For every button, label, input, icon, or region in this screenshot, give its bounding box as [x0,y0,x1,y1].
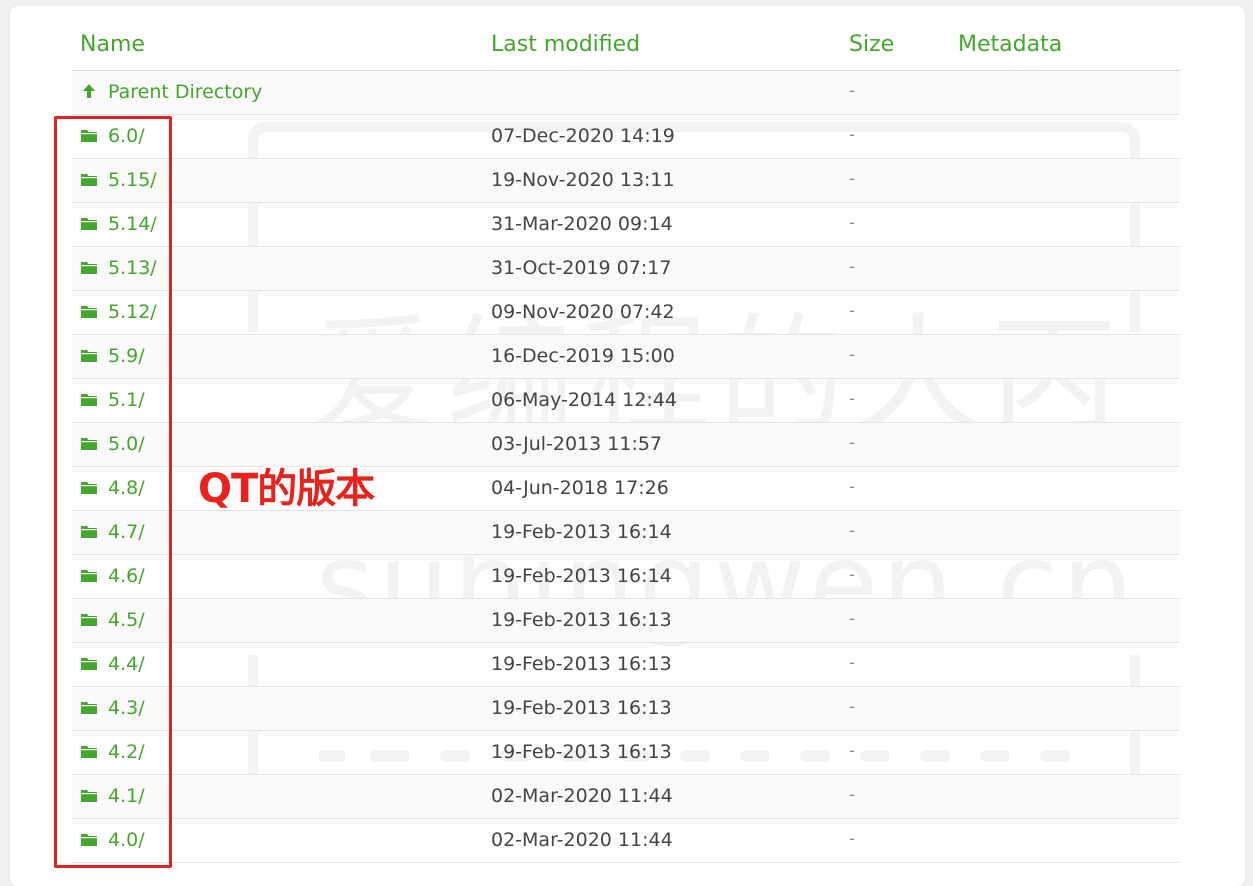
size-value: - [849,829,855,848]
size-value: - [849,697,855,716]
listing-header: Name Last modified Size Metadata [72,24,1180,71]
modified-date: 19-Feb-2013 16:13 [491,741,672,763]
size-value: - [849,785,855,804]
column-name[interactable]: Name [80,32,145,57]
modified-date: 19-Feb-2013 16:13 [491,697,672,719]
size-value: - [849,345,855,364]
modified-date: 19-Feb-2013 16:14 [491,565,672,587]
table-row[interactable]: 4.0/02-Mar-2020 11:44- [72,819,1180,863]
table-row[interactable]: 5.9/16-Dec-2019 15:00- [72,335,1180,379]
annotation-label: QT的版本 [198,466,375,512]
size-value: - [849,125,855,144]
table-row[interactable]: 5.14/31-Mar-2020 09:14- [72,203,1180,247]
arrow-up-icon [83,84,95,98]
table-row[interactable]: 5.15/19-Nov-2020 13:11- [72,159,1180,203]
column-metadata[interactable]: Metadata [958,32,1062,57]
size-value: - [849,565,855,584]
size-value: - [849,741,855,760]
table-row[interactable]: 4.2/19-Feb-2013 16:13- [72,731,1180,775]
table-row[interactable]: 4.4/19-Feb-2013 16:13- [72,643,1180,687]
size-value: - [849,521,855,540]
table-row[interactable]: 6.0/07-Dec-2020 14:19- [72,115,1180,159]
modified-date: 31-Oct-2019 07:17 [491,257,672,279]
size-value: - [849,389,855,408]
modified-date: 03-Jul-2013 11:57 [491,433,663,455]
table-row[interactable]: 4.5/19-Feb-2013 16:13- [72,599,1180,643]
modified-date: 16-Dec-2019 15:00 [491,345,675,367]
table-row[interactable]: 5.12/09-Nov-2020 07:42- [72,291,1180,335]
table-row[interactable]: 5.13/31-Oct-2019 07:17- [72,247,1180,291]
size-value: - [849,653,855,672]
modified-date: 07-Dec-2020 14:19 [491,125,675,147]
table-row[interactable]: 5.1/06-May-2014 12:44- [72,379,1180,423]
directory-listing: Name Last modified Size Metadata Parent … [72,24,1180,863]
modified-date: 02-Mar-2020 11:44 [491,785,673,807]
modified-date: 02-Mar-2020 11:44 [491,829,673,851]
modified-date: 19-Feb-2013 16:13 [491,653,672,675]
column-size[interactable]: Size [849,32,894,57]
column-last-modified[interactable]: Last modified [491,32,640,57]
table-row[interactable]: 4.3/19-Feb-2013 16:13- [72,687,1180,731]
table-row[interactable]: 4.1/02-Mar-2020 11:44- [72,775,1180,819]
modified-date: 31-Mar-2020 09:14 [491,213,673,235]
modified-date: 06-May-2014 12:44 [491,389,677,411]
size-value: - [849,477,855,496]
size-value: - [849,301,855,320]
size-value: - [849,257,855,276]
size-value: - [849,213,855,232]
modified-date: 19-Nov-2020 13:11 [491,169,675,191]
parent-directory-link[interactable]: Parent Directory [108,81,262,103]
highlight-box [54,116,172,868]
parent-size: - [849,81,855,100]
table-row[interactable]: 4.6/19-Feb-2013 16:14- [72,555,1180,599]
table-row[interactable]: 4.7/19-Feb-2013 16:14- [72,511,1180,555]
size-value: - [849,609,855,628]
modified-date: 09-Nov-2020 07:42 [491,301,675,323]
size-value: - [849,169,855,188]
modified-date: 04-Jun-2018 17:26 [491,477,669,499]
modified-date: 19-Feb-2013 16:14 [491,521,672,543]
parent-directory-row[interactable]: Parent Directory - [72,71,1180,115]
modified-date: 19-Feb-2013 16:13 [491,609,672,631]
size-value: - [849,433,855,452]
